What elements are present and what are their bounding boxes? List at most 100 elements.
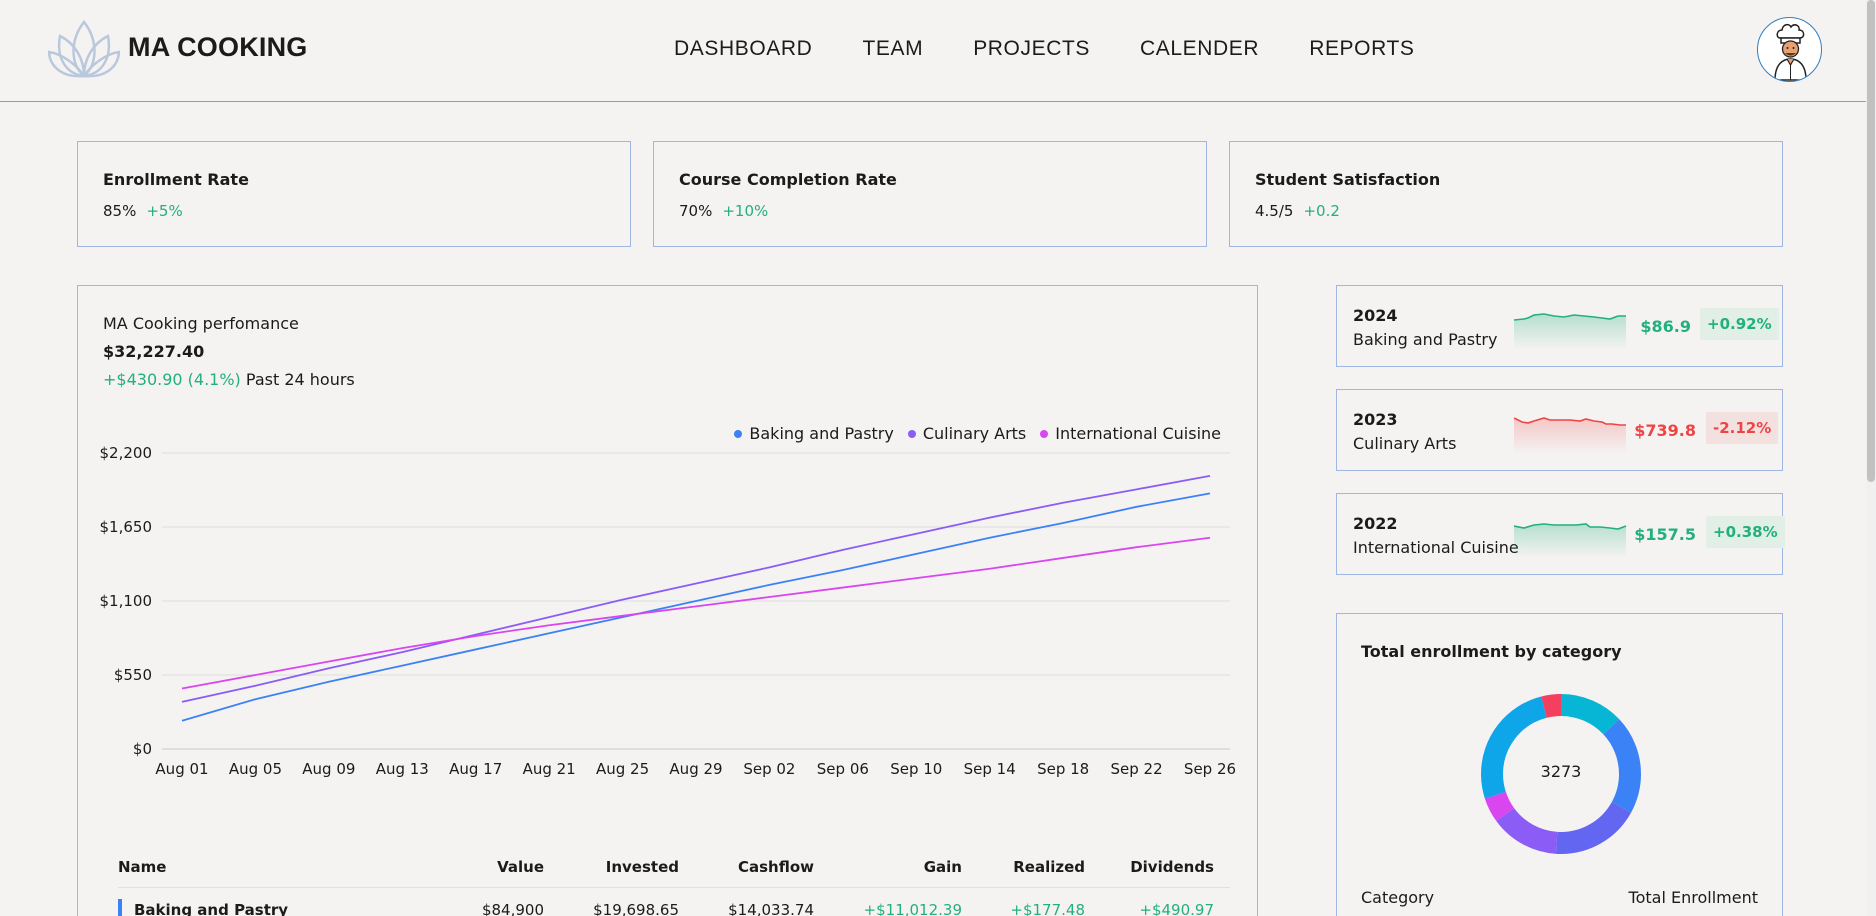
x-tick-label: Aug 25 bbox=[596, 760, 649, 778]
x-tick-label: Aug 21 bbox=[523, 760, 576, 778]
ticker-price: $86.9 bbox=[1640, 317, 1691, 336]
ticker-percent-badge: -2.12% bbox=[1706, 412, 1779, 444]
legend-dot bbox=[1040, 429, 1049, 438]
ticker-name: Baking and Pastry bbox=[1353, 330, 1498, 349]
enrollment-footer-category: Category bbox=[1361, 888, 1435, 907]
sparkline-down bbox=[1514, 417, 1626, 454]
page-scrollbar-thumb[interactable] bbox=[1867, 0, 1875, 482]
kpi-card-enrollment-rate: Enrollment Rate 85% +5% bbox=[77, 141, 631, 247]
performance-line-chart: $0 $550 $1,100 $1,650 $2,200 Aug 01 Aug 05 Aug … bbox=[100, 446, 1237, 778]
kpi-title: Enrollment Rate bbox=[103, 170, 249, 189]
x-tick-label: Sep 22 bbox=[1111, 760, 1163, 778]
col-header-realized[interactable]: Realized bbox=[1013, 858, 1085, 876]
ticker-card-baking[interactable]: 2024 Baking and Pastry $86.9 +0.92% bbox=[1336, 285, 1783, 367]
kpi-card-course-completion: Course Completion Rate 70% +10% bbox=[653, 141, 1207, 247]
kpi-title: Student Satisfaction bbox=[1255, 170, 1441, 189]
ticker-year: 2022 bbox=[1353, 514, 1398, 533]
x-tick-label: Aug 05 bbox=[229, 760, 282, 778]
enrollment-footer-total: Total Enrollment bbox=[1628, 888, 1758, 907]
ticker-price: $739.8 bbox=[1634, 421, 1696, 440]
user-avatar[interactable] bbox=[1757, 17, 1822, 82]
y-tick-label: $1,100 bbox=[100, 592, 153, 610]
col-header-cashflow[interactable]: Cashflow bbox=[738, 858, 814, 876]
ticker-price: $157.5 bbox=[1634, 525, 1696, 544]
ticker-name: International Cuisine bbox=[1353, 538, 1519, 557]
row-invested: $19,698.65 bbox=[593, 901, 679, 916]
col-header-name[interactable]: Name bbox=[118, 858, 166, 876]
ticker-percent-badge: +0.92% bbox=[1700, 308, 1779, 340]
ticker-percent-badge: +0.38% bbox=[1706, 516, 1785, 548]
performance-period: Past 24 hours bbox=[245, 370, 355, 389]
x-tick-label: Aug 29 bbox=[669, 760, 722, 778]
legend-label: International Cuisine bbox=[1055, 424, 1221, 443]
col-header-invested[interactable]: Invested bbox=[606, 858, 679, 876]
sparkline-up bbox=[1514, 313, 1626, 350]
legend-label: Baking and Pastry bbox=[749, 424, 894, 443]
x-tick-label: Sep 14 bbox=[964, 760, 1016, 778]
y-tick-label: $2,200 bbox=[100, 446, 153, 462]
performance-change: +$430.90 (4.1%) bbox=[103, 370, 241, 389]
nav-team[interactable]: TEAM bbox=[862, 37, 923, 61]
ticker-card-culinary[interactable]: 2023 Culinary Arts $739.8 -2.12% bbox=[1336, 389, 1783, 471]
holdings-table-header: Name Value Invested Cashflow Gain Realiz… bbox=[118, 846, 1230, 888]
nav-projects[interactable]: PROJECTS bbox=[973, 37, 1090, 61]
sparkline-up bbox=[1514, 523, 1627, 558]
chart-legend: Baking and Pastry Culinary Arts Internat… bbox=[720, 424, 1221, 443]
y-tick-label: $1,650 bbox=[100, 518, 153, 536]
kpi-value-row: 85% +5% bbox=[103, 202, 183, 220]
performance-change-row: +$430.90 (4.1%) Past 24 hours bbox=[103, 370, 355, 389]
ticker-card-international[interactable]: 2022 International Cuisine $157.5 +0.38% bbox=[1336, 493, 1785, 575]
performance-value: $32,227.40 bbox=[103, 342, 205, 361]
performance-title: MA Cooking perfomance bbox=[103, 314, 299, 333]
nav-calender[interactable]: CALENDER bbox=[1140, 37, 1259, 61]
top-header: MA COOKING DASHBOARD TEAM PROJECTS CALEN… bbox=[0, 0, 1866, 102]
kpi-value: 4.5/5 bbox=[1255, 202, 1294, 220]
legend-item[interactable]: Baking and Pastry bbox=[734, 424, 894, 443]
x-tick-label: Aug 13 bbox=[376, 760, 429, 778]
legend-item[interactable]: Culinary Arts bbox=[907, 424, 1027, 443]
kpi-value: 85% bbox=[103, 202, 137, 220]
col-header-dividends[interactable]: Dividends bbox=[1130, 858, 1214, 876]
col-header-value[interactable]: Value bbox=[497, 858, 544, 876]
x-tick-label: Sep 10 bbox=[890, 760, 942, 778]
series-line bbox=[181, 474, 1211, 703]
legend-dot bbox=[734, 429, 743, 438]
performance-card: MA Cooking perfomance $32,227.40 +$430.9… bbox=[77, 285, 1258, 916]
enrollment-total: 3273 bbox=[1540, 762, 1582, 781]
brand-name[interactable]: MA COOKING bbox=[128, 32, 308, 63]
nav-reports[interactable]: REPORTS bbox=[1309, 37, 1414, 61]
col-header-gain[interactable]: Gain bbox=[924, 858, 962, 876]
legend-item[interactable]: International Cuisine bbox=[1040, 424, 1221, 443]
lotus-logo-icon bbox=[48, 19, 120, 78]
row-value: $84,900 bbox=[481, 901, 544, 916]
kpi-delta: +5% bbox=[146, 202, 183, 220]
kpi-card-student-satisfaction: Student Satisfaction 4.5/5 +0.2 bbox=[1229, 141, 1783, 247]
kpi-delta: +10% bbox=[722, 202, 769, 220]
row-cashflow: $14,033.74 bbox=[728, 901, 814, 916]
x-tick-label: Aug 17 bbox=[449, 760, 502, 778]
legend-label: Culinary Arts bbox=[922, 424, 1027, 443]
kpi-title: Course Completion Rate bbox=[679, 170, 897, 189]
row-realized: +$177.48 bbox=[1010, 901, 1085, 916]
row-name: Baking and Pastry bbox=[134, 901, 289, 916]
row-gain: +$11,012.39 bbox=[863, 901, 962, 916]
x-tick-label: Sep 26 bbox=[1184, 760, 1236, 778]
enrollment-by-category-card: Total enrollment by category 3273 Catego… bbox=[1336, 613, 1783, 916]
y-tick-label: $550 bbox=[114, 666, 152, 684]
x-tick-label: Sep 02 bbox=[743, 760, 795, 778]
x-tick-label: Aug 09 bbox=[302, 760, 355, 778]
row-color-bar bbox=[118, 899, 122, 916]
row-dividends: +$490.97 bbox=[1139, 901, 1214, 916]
y-tick-label: $0 bbox=[133, 740, 152, 758]
kpi-delta: +0.2 bbox=[1303, 202, 1340, 220]
ticker-year: 2024 bbox=[1353, 306, 1398, 325]
chef-avatar-icon bbox=[1774, 23, 1807, 81]
nav-dashboard[interactable]: DASHBOARD bbox=[674, 37, 812, 61]
ticker-name: Culinary Arts bbox=[1353, 434, 1457, 453]
x-tick-label: Aug 01 bbox=[155, 760, 208, 778]
main-nav: DASHBOARD TEAM PROJECTS CALENDER REPORTS bbox=[674, 37, 1465, 61]
x-tick-label: Sep 18 bbox=[1037, 760, 1089, 778]
enrollment-donut-chart bbox=[1481, 694, 1641, 854]
table-row[interactable]: Baking and Pastry $84,900 $19,698.65 $14… bbox=[118, 889, 1230, 916]
legend-dot bbox=[907, 429, 916, 438]
